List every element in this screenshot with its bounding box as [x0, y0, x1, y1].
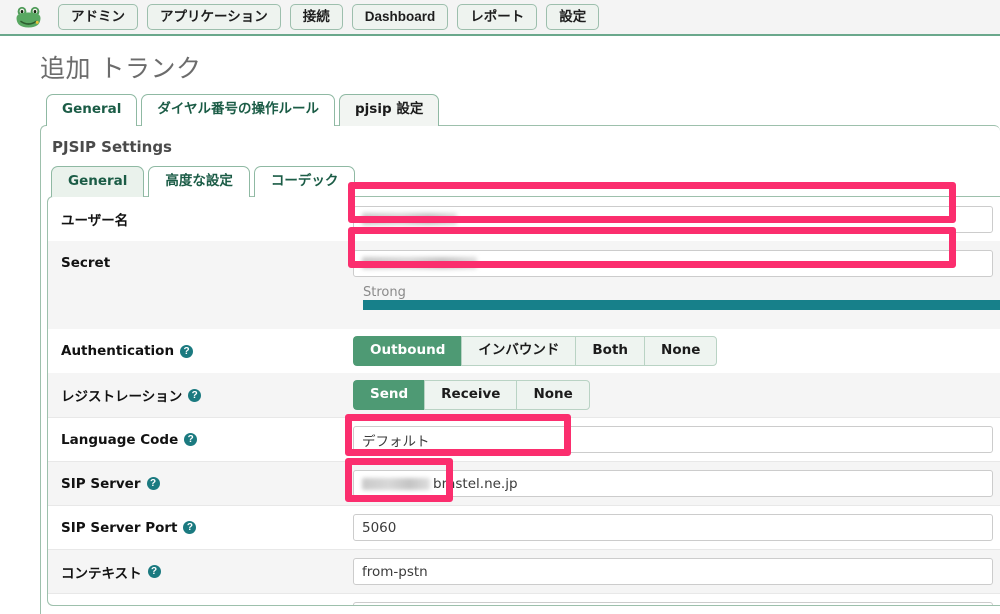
registration-segmented-control: Send Receive None [353, 379, 590, 411]
sip-server-field-wrap: brastel.ne.jp [353, 470, 1000, 498]
form-row-password-strength: Strong [48, 285, 1000, 330]
username-label: ユーザー名 [48, 209, 353, 229]
help-icon[interactable]: ? [183, 521, 197, 535]
tab-dial-rules[interactable]: ダイヤル番号の操作ルール [141, 94, 336, 126]
panel-heading: PJSIP Settings [52, 137, 172, 156]
authentication-option-inbound[interactable]: インバウンド [461, 335, 576, 367]
page-title: 追加 トランク [40, 54, 202, 83]
secret-input[interactable] [353, 249, 993, 277]
nav-item-dashboard[interactable]: Dashboard [351, 3, 449, 31]
form-row-registration: レジストレーション ? Send Receive None [48, 373, 1000, 418]
secondary-tab-bar: General 高度な設定 コーデック [51, 165, 1000, 198]
secret-label: Secret [48, 255, 353, 271]
username-label-text: ユーザー名 [61, 213, 129, 230]
help-icon[interactable]: ? [147, 565, 161, 579]
context-label-text: コンテキスト [61, 565, 142, 582]
authentication-option-none[interactable]: None [644, 335, 718, 367]
top-navigation-bar: アドミン アプリケーション 接続 Dashboard レポート 設定 [0, 0, 1000, 36]
tab-general[interactable]: General [46, 94, 138, 126]
sip-server-port-label: SIP Server Port ? [48, 520, 353, 536]
frog-logo-icon[interactable] [14, 4, 44, 30]
pjsip-settings-panel: PJSIP Settings General 高度な設定 コーデック ユーザー名 [40, 124, 1000, 614]
sip-server-port-input[interactable]: 5060 [353, 514, 993, 542]
help-icon[interactable]: ? [188, 388, 202, 402]
context-input[interactable]: from-pstn [353, 558, 993, 586]
registration-field-wrap: Send Receive None [353, 379, 1000, 411]
username-field-wrap [353, 205, 1000, 233]
password-strength-bar [363, 300, 1000, 311]
sip-server-input[interactable]: brastel.ne.jp [353, 470, 993, 498]
password-strength-label: Strong [363, 285, 406, 301]
redacted-secret-value [362, 257, 477, 270]
nav-item-connectivity[interactable]: 接続 [289, 3, 343, 31]
secret-label-text: Secret [61, 255, 111, 272]
transport-field-wrap: 0.0.0.0-udp [353, 602, 1000, 606]
form-row-secret: Secret [48, 241, 1000, 286]
redacted-sip-server-prefix [362, 477, 430, 490]
nav-item-reports[interactable]: レポート [457, 3, 538, 31]
help-icon[interactable]: ? [180, 344, 194, 358]
registration-option-receive[interactable]: Receive [424, 379, 517, 411]
registration-label-text: レジストレーション [61, 389, 183, 406]
authentication-label: Authentication ? [48, 343, 353, 359]
username-input[interactable] [353, 205, 993, 233]
subtab-general[interactable]: General [51, 165, 145, 198]
form-row-language-code: Language Code ? デフォルト [48, 417, 1000, 461]
redacted-username-value [362, 213, 457, 226]
form-row-sip-server: SIP Server ? brastel.ne.jp [48, 461, 1000, 506]
sip-server-label-text: SIP Server [61, 475, 141, 492]
form-row-transport: Transport ? 0.0.0.0-udp [48, 593, 1000, 606]
sip-server-value-text: brastel.ne.jp [433, 475, 518, 492]
nav-item-settings[interactable]: 設定 [546, 3, 600, 31]
context-field-wrap: from-pstn [353, 558, 1000, 586]
nav-item-admin[interactable]: アドミン [58, 3, 138, 31]
sip-server-port-field-wrap: 5060 [353, 514, 1000, 542]
authentication-option-outbound[interactable]: Outbound [353, 335, 462, 367]
password-strength-wrap: Strong [353, 285, 1000, 311]
sip-server-port-label-text: SIP Server Port [61, 519, 178, 536]
registration-option-none[interactable]: None [516, 379, 590, 411]
authentication-segmented-control: Outbound インバウンド Both None [353, 335, 718, 367]
language-code-label: Language Code ? [48, 432, 353, 448]
form-row-authentication: Authentication ? Outbound インバウンド Both No… [48, 329, 1000, 373]
tab-pjsip-settings[interactable]: pjsip 設定 [339, 94, 440, 126]
help-icon[interactable]: ? [146, 477, 160, 491]
language-code-input[interactable]: デフォルト [353, 426, 993, 454]
primary-tab-bar: General ダイヤル番号の操作ルール pjsip 設定 [46, 94, 1000, 126]
form-row-context: コンテキスト ? from-pstn [48, 549, 1000, 594]
page-content: 追加 トランク General ダイヤル番号の操作ルール pjsip 設定 PJ… [0, 49, 1000, 614]
transport-input[interactable]: 0.0.0.0-udp [353, 602, 993, 606]
subtab-advanced[interactable]: 高度な設定 [148, 165, 250, 198]
form-row-sip-server-port: SIP Server Port ? 5060 [48, 505, 1000, 549]
sip-server-label: SIP Server ? [48, 476, 353, 492]
authentication-field-wrap: Outbound インバウンド Both None [353, 335, 1000, 367]
language-code-field-wrap: デフォルト [353, 426, 1000, 454]
registration-option-send[interactable]: Send [353, 379, 425, 411]
subtab-codecs[interactable]: コーデック [253, 165, 356, 198]
general-settings-form: ユーザー名 Secret Strong Authentication ? Out… [47, 196, 1000, 607]
secret-field-wrap [353, 249, 1000, 277]
nav-item-applications[interactable]: アプリケーション [147, 3, 281, 31]
language-code-label-text: Language Code [61, 431, 179, 448]
context-label: コンテキスト ? [48, 562, 353, 582]
form-row-username: ユーザー名 [48, 197, 1000, 241]
registration-label: レジストレーション ? [48, 385, 353, 405]
authentication-option-both[interactable]: Both [575, 335, 645, 367]
authentication-label-text: Authentication [61, 343, 175, 360]
help-icon[interactable]: ? [184, 433, 198, 447]
